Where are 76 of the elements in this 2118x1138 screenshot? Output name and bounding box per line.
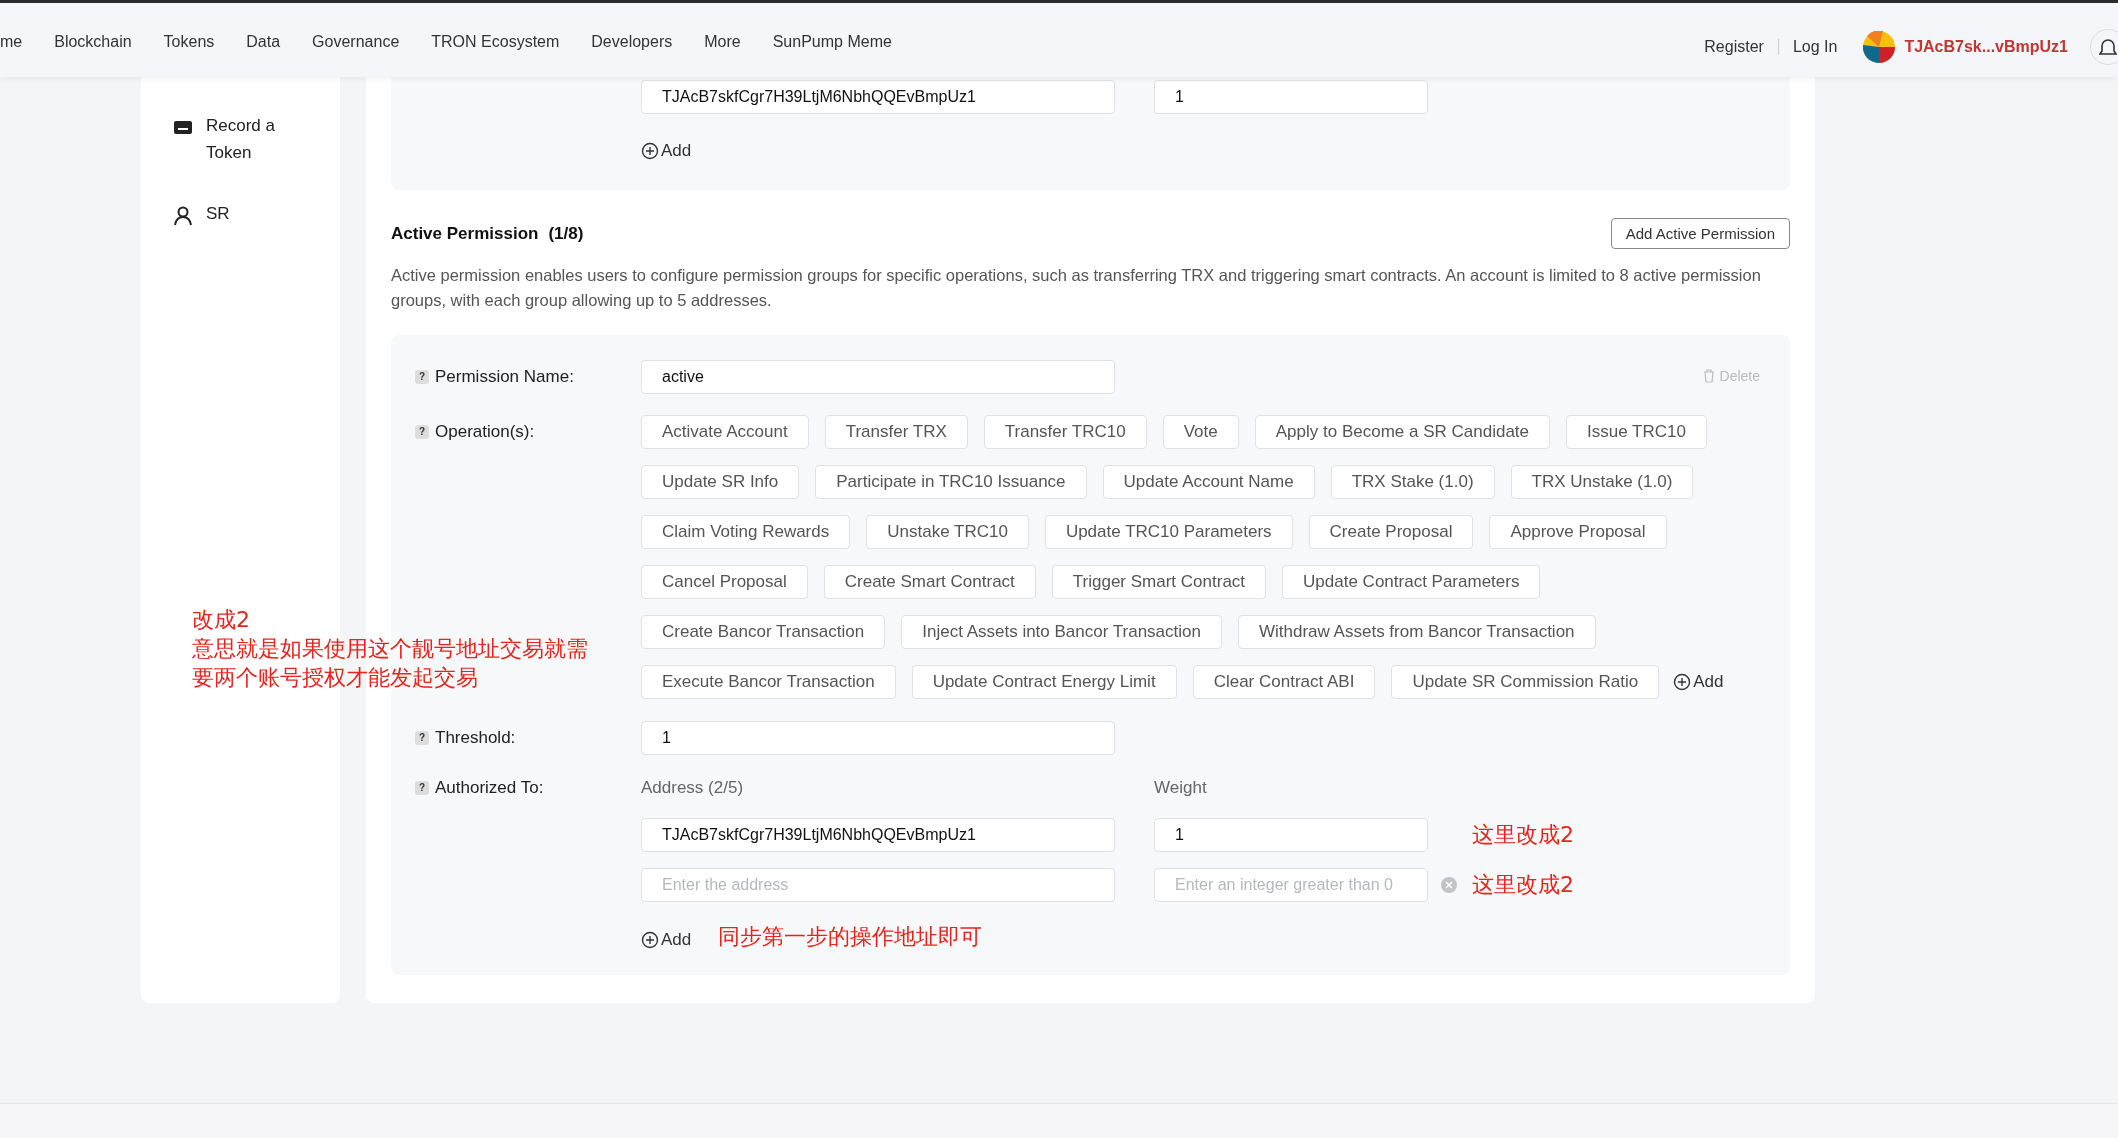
weight-field[interactable]: 1 (1154, 818, 1428, 852)
plus-icon (641, 142, 659, 160)
nav-link[interactable]: Governance (312, 33, 400, 51)
add-operation-button[interactable]: Add (1673, 672, 1724, 692)
operation-tag[interactable]: Issue TRC10 (1566, 415, 1707, 449)
operation-tag[interactable]: Activate Account (641, 415, 809, 449)
address-field[interactable]: TJAcB7skfCgr7H39LtjM6NbhQQEvBmpUz1 (641, 818, 1115, 852)
login-link[interactable]: Log In (1792, 38, 1838, 56)
register-link[interactable]: Register (1704, 38, 1764, 56)
trash-icon (1701, 369, 1716, 383)
operation-tag[interactable]: Update SR Info (641, 465, 800, 499)
plus-icon (1673, 673, 1692, 691)
nav-link[interactable]: More (704, 33, 741, 51)
annotation-note: 意思就是如果使用这个靓号地址交易就需要两个账号授权才能发起交易 (192, 635, 588, 692)
sidebar-item[interactable]: SR (206, 200, 316, 227)
field-label: Operation(s): (435, 421, 535, 443)
nav-link[interactable]: me (0, 33, 23, 51)
nav-link[interactable]: TRON Ecosystem (431, 33, 560, 51)
operation-tag[interactable]: Clear Contract ABI (1192, 665, 1376, 699)
avatar-icon (1863, 31, 1896, 63)
operation-tag[interactable]: Create Smart Contract (823, 565, 1036, 599)
add-active-permission-button[interactable]: Add Active Permission (1610, 218, 1790, 249)
operation-tag[interactable]: Cancel Proposal (641, 565, 808, 599)
column-header: Weight (1154, 777, 1207, 799)
operation-tag[interactable]: Update TRC10 Parameters (1044, 515, 1293, 549)
operation-tag[interactable]: TRX Stake (1.0) (1330, 465, 1495, 499)
threshold-field[interactable]: 1 (641, 721, 1115, 755)
permission-count: (1/8) (548, 223, 584, 243)
operation-tag[interactable]: Update SR Commission Ratio (1391, 665, 1660, 699)
permission-name-field[interactable]: active (641, 360, 1115, 394)
nav-link[interactable]: Data (246, 33, 281, 51)
operation-tag[interactable]: Participate in TRC10 Issuance (815, 465, 1087, 499)
operation-tag[interactable]: Update Account Name (1102, 465, 1315, 499)
address-field[interactable]: TJAcB7skfCgr7H39LtjM6NbhQQEvBmpUz1 (641, 80, 1115, 114)
plus-icon (641, 931, 659, 949)
section-title: Active Permission (391, 223, 539, 243)
operation-tag[interactable]: Vote (1162, 415, 1239, 449)
help-icon[interactable]: ? (415, 425, 429, 439)
nav-link[interactable]: Developers (591, 33, 673, 51)
person-icon (173, 206, 193, 226)
add-address-button[interactable]: Add (641, 930, 692, 950)
section-description: Active permission enables users to configure permission groups for specific operations, such as transferring TRX and triggering smart contracts. An account is limited to 8 active permission groups, with each group allowing up to 5 addresses. (391, 265, 1762, 311)
operation-tag[interactable]: Approve Proposal (1489, 515, 1667, 549)
operation-tag[interactable]: Create Proposal (1308, 515, 1474, 549)
operation-tag[interactable]: Apply to Become a SR Candidate (1254, 415, 1551, 449)
help-icon[interactable]: ? (415, 731, 429, 745)
operation-tag[interactable]: Inject Assets into Bancor Transaction (901, 615, 1222, 649)
annotation-note: 同步第一步的操作地址即可 (718, 923, 982, 951)
field-label: Permission Name: (435, 366, 574, 388)
annotation-note: 这里改成2 (1472, 871, 1574, 899)
nav-link[interactable]: SunPump Meme (772, 33, 892, 51)
operation-tag[interactable]: Update Contract Parameters (1282, 565, 1541, 599)
sidebar-item[interactable]: Record a Token (206, 112, 316, 166)
account-address[interactable]: TJAcB7sk...vBmpUz1 (1904, 38, 2068, 56)
weight-field[interactable]: 1 (1154, 80, 1428, 114)
nav-link[interactable]: Blockchain (54, 33, 132, 51)
operation-tag[interactable]: TRX Unstake (1.0) (1510, 465, 1694, 499)
field-label: Threshold: (435, 727, 516, 749)
card-icon (173, 118, 193, 136)
operation-tag[interactable]: Claim Voting Rewards (641, 515, 851, 549)
field-label: Authorized To: (435, 777, 544, 799)
operation-tag[interactable]: Transfer TRC10 (983, 415, 1147, 449)
operation-tag[interactable]: Update Contract Energy Limit (911, 665, 1177, 699)
help-icon[interactable]: ? (415, 781, 429, 795)
annotation-note: 这里改成2 (1472, 821, 1574, 849)
nav-link[interactable]: Tokens (163, 33, 215, 51)
operation-tag[interactable]: Unstake TRC10 (866, 515, 1029, 549)
help-icon[interactable]: ? (415, 370, 429, 384)
column-header: Address (2/5) (641, 777, 745, 799)
operation-tag[interactable]: Execute Bancor Transaction (641, 665, 896, 699)
operation-tag[interactable]: Create Bancor Transaction (641, 615, 886, 649)
operation-tag[interactable]: Transfer TRX (824, 415, 968, 449)
operation-tag[interactable]: Withdraw Assets from Bancor Transaction (1238, 615, 1596, 649)
annotation-note: 改成2 (192, 606, 251, 634)
add-button[interactable]: Add (641, 141, 692, 161)
operation-tag[interactable]: Trigger Smart Contract (1051, 565, 1267, 599)
